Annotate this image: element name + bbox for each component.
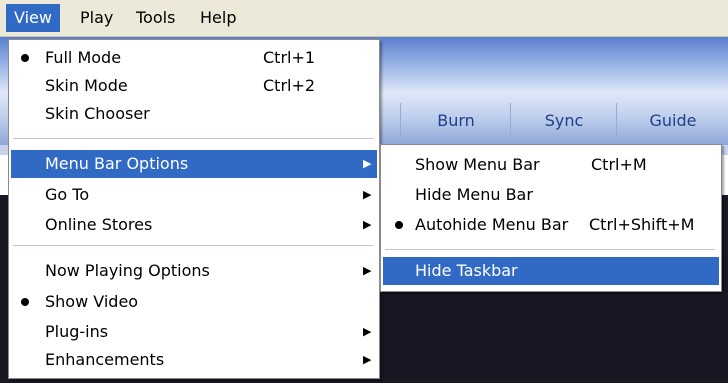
- tab-burn[interactable]: Burn: [400, 103, 511, 139]
- menu-item-label: Skin Chooser: [45, 104, 150, 123]
- tab-guide[interactable]: Guide: [616, 103, 728, 139]
- menu-item-menu-bar-options[interactable]: Menu Bar Options ▶: [11, 150, 377, 178]
- submenu-item-hide-menu-bar[interactable]: Hide Menu Bar: [383, 181, 719, 209]
- submenu-arrow-icon: ▶: [363, 188, 372, 201]
- menu-item-label: Hide Taskbar: [415, 261, 518, 280]
- menu-item-label: Online Stores: [45, 215, 153, 234]
- submenu-arrow-icon: ▶: [363, 325, 372, 338]
- menu-separator: [13, 138, 373, 139]
- menu-item-label: Go To: [45, 185, 90, 204]
- menu-bar: View Play Tools Help: [0, 0, 728, 37]
- menu-item-skin-mode[interactable]: Skin Mode Ctrl+2: [11, 72, 377, 100]
- menu-item-shortcut: Ctrl+Shift+M: [589, 215, 695, 234]
- menu-item-enhancements[interactable]: Enhancements ▶: [11, 346, 377, 374]
- submenu-arrow-icon: ▶: [363, 218, 372, 231]
- menu-separator: [385, 249, 715, 250]
- menu-item-online-stores[interactable]: Online Stores ▶: [11, 211, 377, 239]
- menu-item-label: Hide Menu Bar: [415, 185, 533, 204]
- menu-item-label: Show Video: [45, 292, 139, 311]
- menu-item-shortcut: Ctrl+M: [591, 155, 647, 174]
- submenu-item-autohide-menu-bar[interactable]: Autohide Menu Bar Ctrl+Shift+M: [383, 211, 719, 239]
- menu-item-shortcut: Ctrl+2: [263, 76, 316, 95]
- menu-item-go-to[interactable]: Go To ▶: [11, 181, 377, 209]
- submenu-arrow-icon: ▶: [363, 157, 372, 170]
- menu-item-label: Skin Mode: [45, 76, 128, 95]
- menu-item-label: Plug-ins: [45, 322, 109, 341]
- submenu-arrow-icon: ▶: [363, 353, 372, 366]
- bullet-icon: [395, 221, 403, 229]
- submenu-item-show-menu-bar[interactable]: Show Menu Bar Ctrl+M: [383, 151, 719, 179]
- menu-item-label: Menu Bar Options: [45, 154, 189, 173]
- menu-item-label: Now Playing Options: [45, 261, 210, 280]
- menu-item-full-mode[interactable]: Full Mode Ctrl+1: [11, 44, 377, 72]
- tab-sync[interactable]: Sync: [510, 103, 617, 139]
- menu-item-now-playing-options[interactable]: Now Playing Options ▶: [11, 257, 377, 285]
- menu-item-label: Show Menu Bar: [415, 155, 540, 174]
- menu-bar-options-submenu: Show Menu Bar Ctrl+M Hide Menu Bar Autoh…: [380, 144, 722, 292]
- bullet-icon: [21, 298, 29, 306]
- submenu-arrow-icon: ▶: [363, 264, 372, 277]
- menu-tools[interactable]: Tools: [128, 4, 183, 32]
- menu-item-label: Full Mode: [45, 48, 122, 67]
- menu-item-show-video[interactable]: Show Video: [11, 288, 377, 316]
- menu-help[interactable]: Help: [192, 4, 244, 32]
- view-menu: Full Mode Ctrl+1 Skin Mode Ctrl+2 Skin C…: [8, 39, 380, 379]
- submenu-item-hide-taskbar[interactable]: Hide Taskbar: [383, 257, 719, 285]
- menu-play[interactable]: Play: [72, 4, 121, 32]
- menu-item-label: Enhancements: [45, 350, 165, 369]
- menu-view[interactable]: View: [6, 4, 60, 32]
- bullet-icon: [21, 54, 29, 62]
- menu-item-plug-ins[interactable]: Plug-ins ▶: [11, 318, 377, 346]
- menu-item-skin-chooser[interactable]: Skin Chooser: [11, 100, 377, 128]
- menu-item-label: Autohide Menu Bar: [415, 215, 569, 234]
- menu-item-shortcut: Ctrl+1: [263, 48, 316, 67]
- menu-separator: [13, 245, 373, 246]
